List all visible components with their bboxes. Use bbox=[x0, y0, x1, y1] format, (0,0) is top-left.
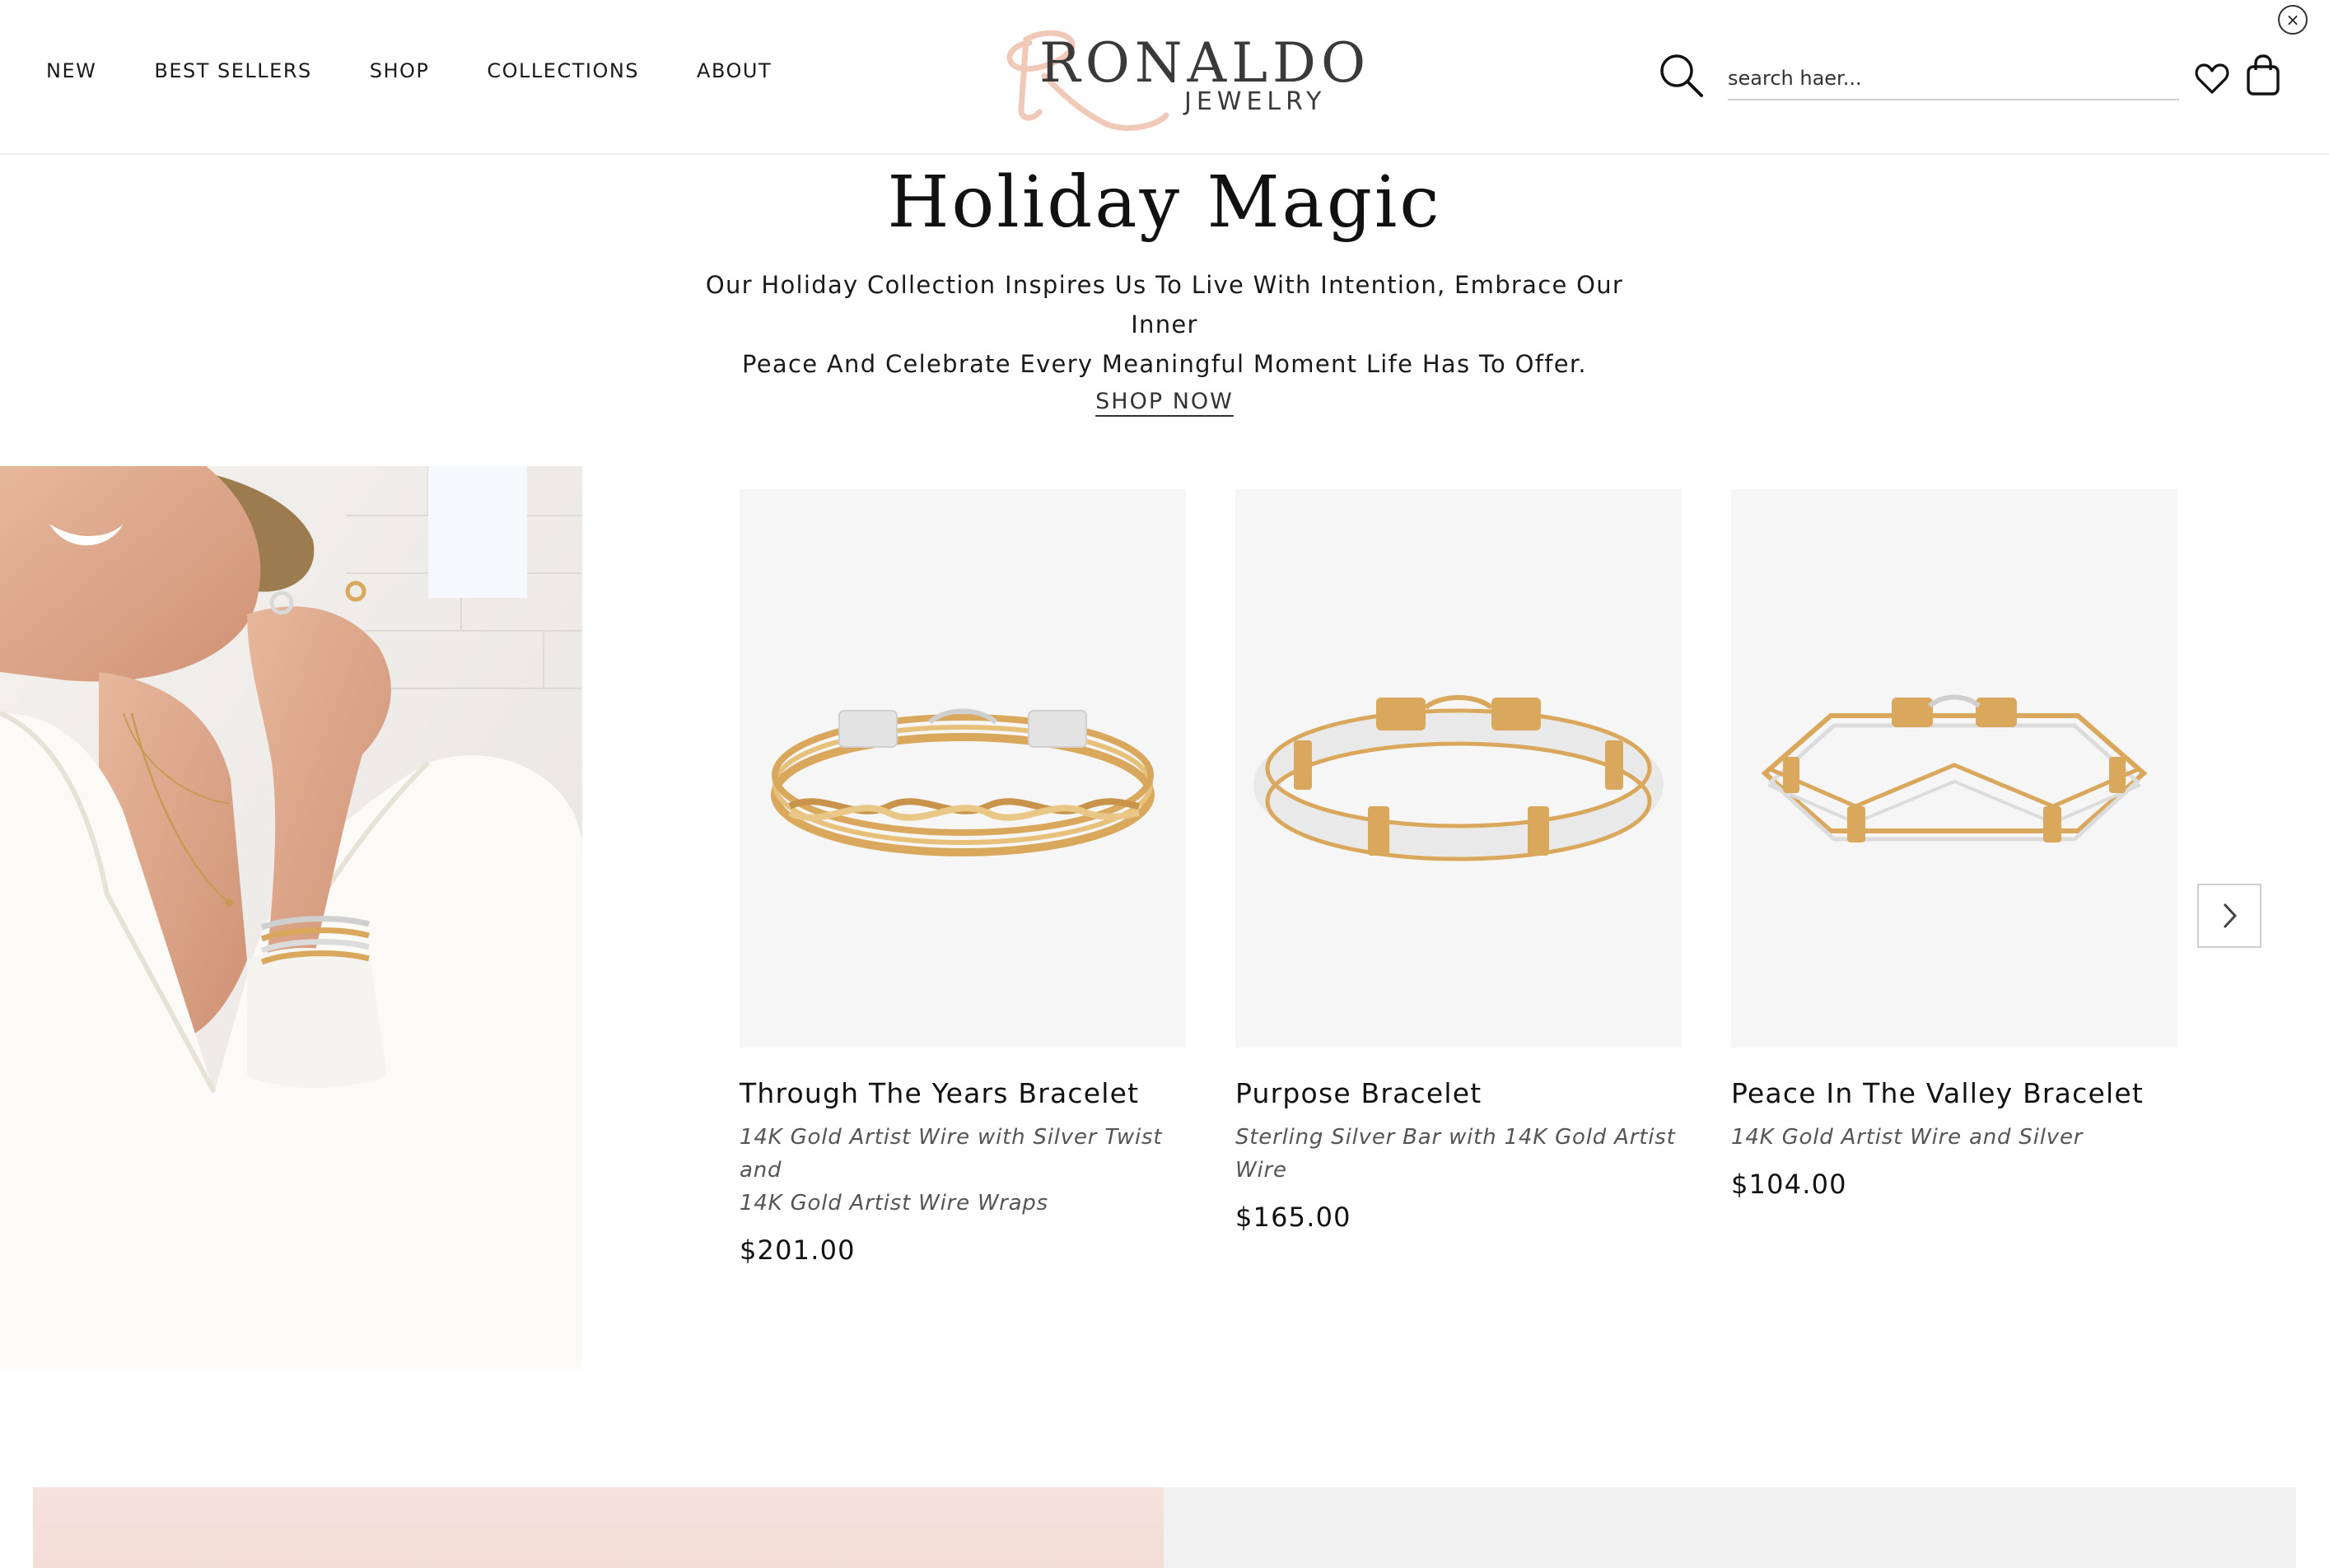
hero-title: Holiday Magic bbox=[887, 161, 1442, 244]
product-name[interactable]: Purpose Bracelet bbox=[1235, 1077, 1682, 1109]
product-description-line-1: 14K Gold Artist Wire and Silver bbox=[1731, 1125, 2084, 1150]
chevron-right-icon bbox=[2223, 903, 2238, 929]
hero-description-line-1: Our Holiday Collection Inspires Us To Li… bbox=[705, 271, 1624, 338]
nav-best-sellers[interactable]: BEST SELLERS bbox=[154, 59, 311, 82]
product-name[interactable]: Through The Years Bracelet bbox=[740, 1077, 1186, 1109]
product-price: $201.00 bbox=[740, 1234, 856, 1266]
product-image[interactable] bbox=[1235, 489, 1682, 1048]
search-icon[interactable] bbox=[1659, 53, 1705, 99]
product-description: 14K Gold Artist Wire and Silver bbox=[1731, 1121, 2177, 1154]
product-description-line-1: 14K Gold Artist Wire with Silver Twist a… bbox=[740, 1125, 1163, 1183]
heart-icon[interactable] bbox=[2194, 61, 2230, 97]
logo-wordmark: RONALDO bbox=[1039, 31, 1371, 95]
hero-description: Our Holiday Collection Inspires Us To Li… bbox=[670, 265, 1659, 384]
site-header: NEW BEST SELLERS SHOP COLLECTIONS ABOUT … bbox=[0, 0, 2329, 155]
product-image[interactable] bbox=[740, 489, 1186, 1048]
promo-banner-right[interactable] bbox=[1164, 1487, 2296, 1568]
nav-collections[interactable]: COLLECTIONS bbox=[487, 59, 639, 82]
product-card[interactable]: Through The Years Bracelet 14K Gold Arti… bbox=[740, 489, 1186, 1266]
bag-icon[interactable] bbox=[2245, 54, 2281, 97]
product-price: $104.00 bbox=[1731, 1169, 1847, 1200]
product-description: 14K Gold Artist Wire with Silver Twist a… bbox=[740, 1121, 1186, 1220]
product-description-line-2: 14K Gold Artist Wire Wraps bbox=[740, 1191, 1048, 1216]
brand-logo[interactable]: RONALDO JEWELRY bbox=[996, 18, 1365, 133]
main-nav: NEW BEST SELLERS SHOP COLLECTIONS ABOUT bbox=[46, 59, 772, 82]
product-price: $165.00 bbox=[1235, 1202, 1351, 1233]
logo-subtitle: JEWELRY bbox=[1184, 87, 1327, 116]
product-card[interactable]: Purpose Bracelet Sterling Silver Bar wit… bbox=[1235, 489, 1682, 1233]
product-name[interactable]: Peace In The Valley Bracelet bbox=[1731, 1077, 2177, 1109]
nav-about[interactable]: ABOUT bbox=[697, 59, 772, 82]
shop-now-wrapper: SHOP NOW bbox=[0, 389, 2329, 414]
product-card[interactable]: Peace In The Valley Bracelet 14K Gold Ar… bbox=[1731, 489, 2177, 1200]
product-image[interactable] bbox=[1731, 489, 2177, 1048]
product-description-line-2: Wire bbox=[1235, 1158, 1287, 1183]
nav-shop[interactable]: SHOP bbox=[370, 59, 430, 82]
search-input[interactable] bbox=[1728, 58, 2179, 100]
shop-now-link[interactable]: SHOP NOW bbox=[1095, 389, 1234, 414]
carousel-next-button[interactable] bbox=[2197, 884, 2261, 948]
nav-new[interactable]: NEW bbox=[46, 59, 96, 82]
close-icon[interactable]: × bbox=[2278, 5, 2308, 35]
product-description-line-1: Sterling Silver Bar with 14K Gold Artist bbox=[1235, 1125, 1676, 1150]
lifestyle-photo bbox=[0, 466, 582, 1369]
product-description: Sterling Silver Bar with 14K Gold Artist… bbox=[1235, 1121, 1682, 1187]
promo-banner-left[interactable] bbox=[33, 1487, 1164, 1568]
hero-description-line-2: Peace And Celebrate Every Meaningful Mom… bbox=[742, 350, 1587, 378]
